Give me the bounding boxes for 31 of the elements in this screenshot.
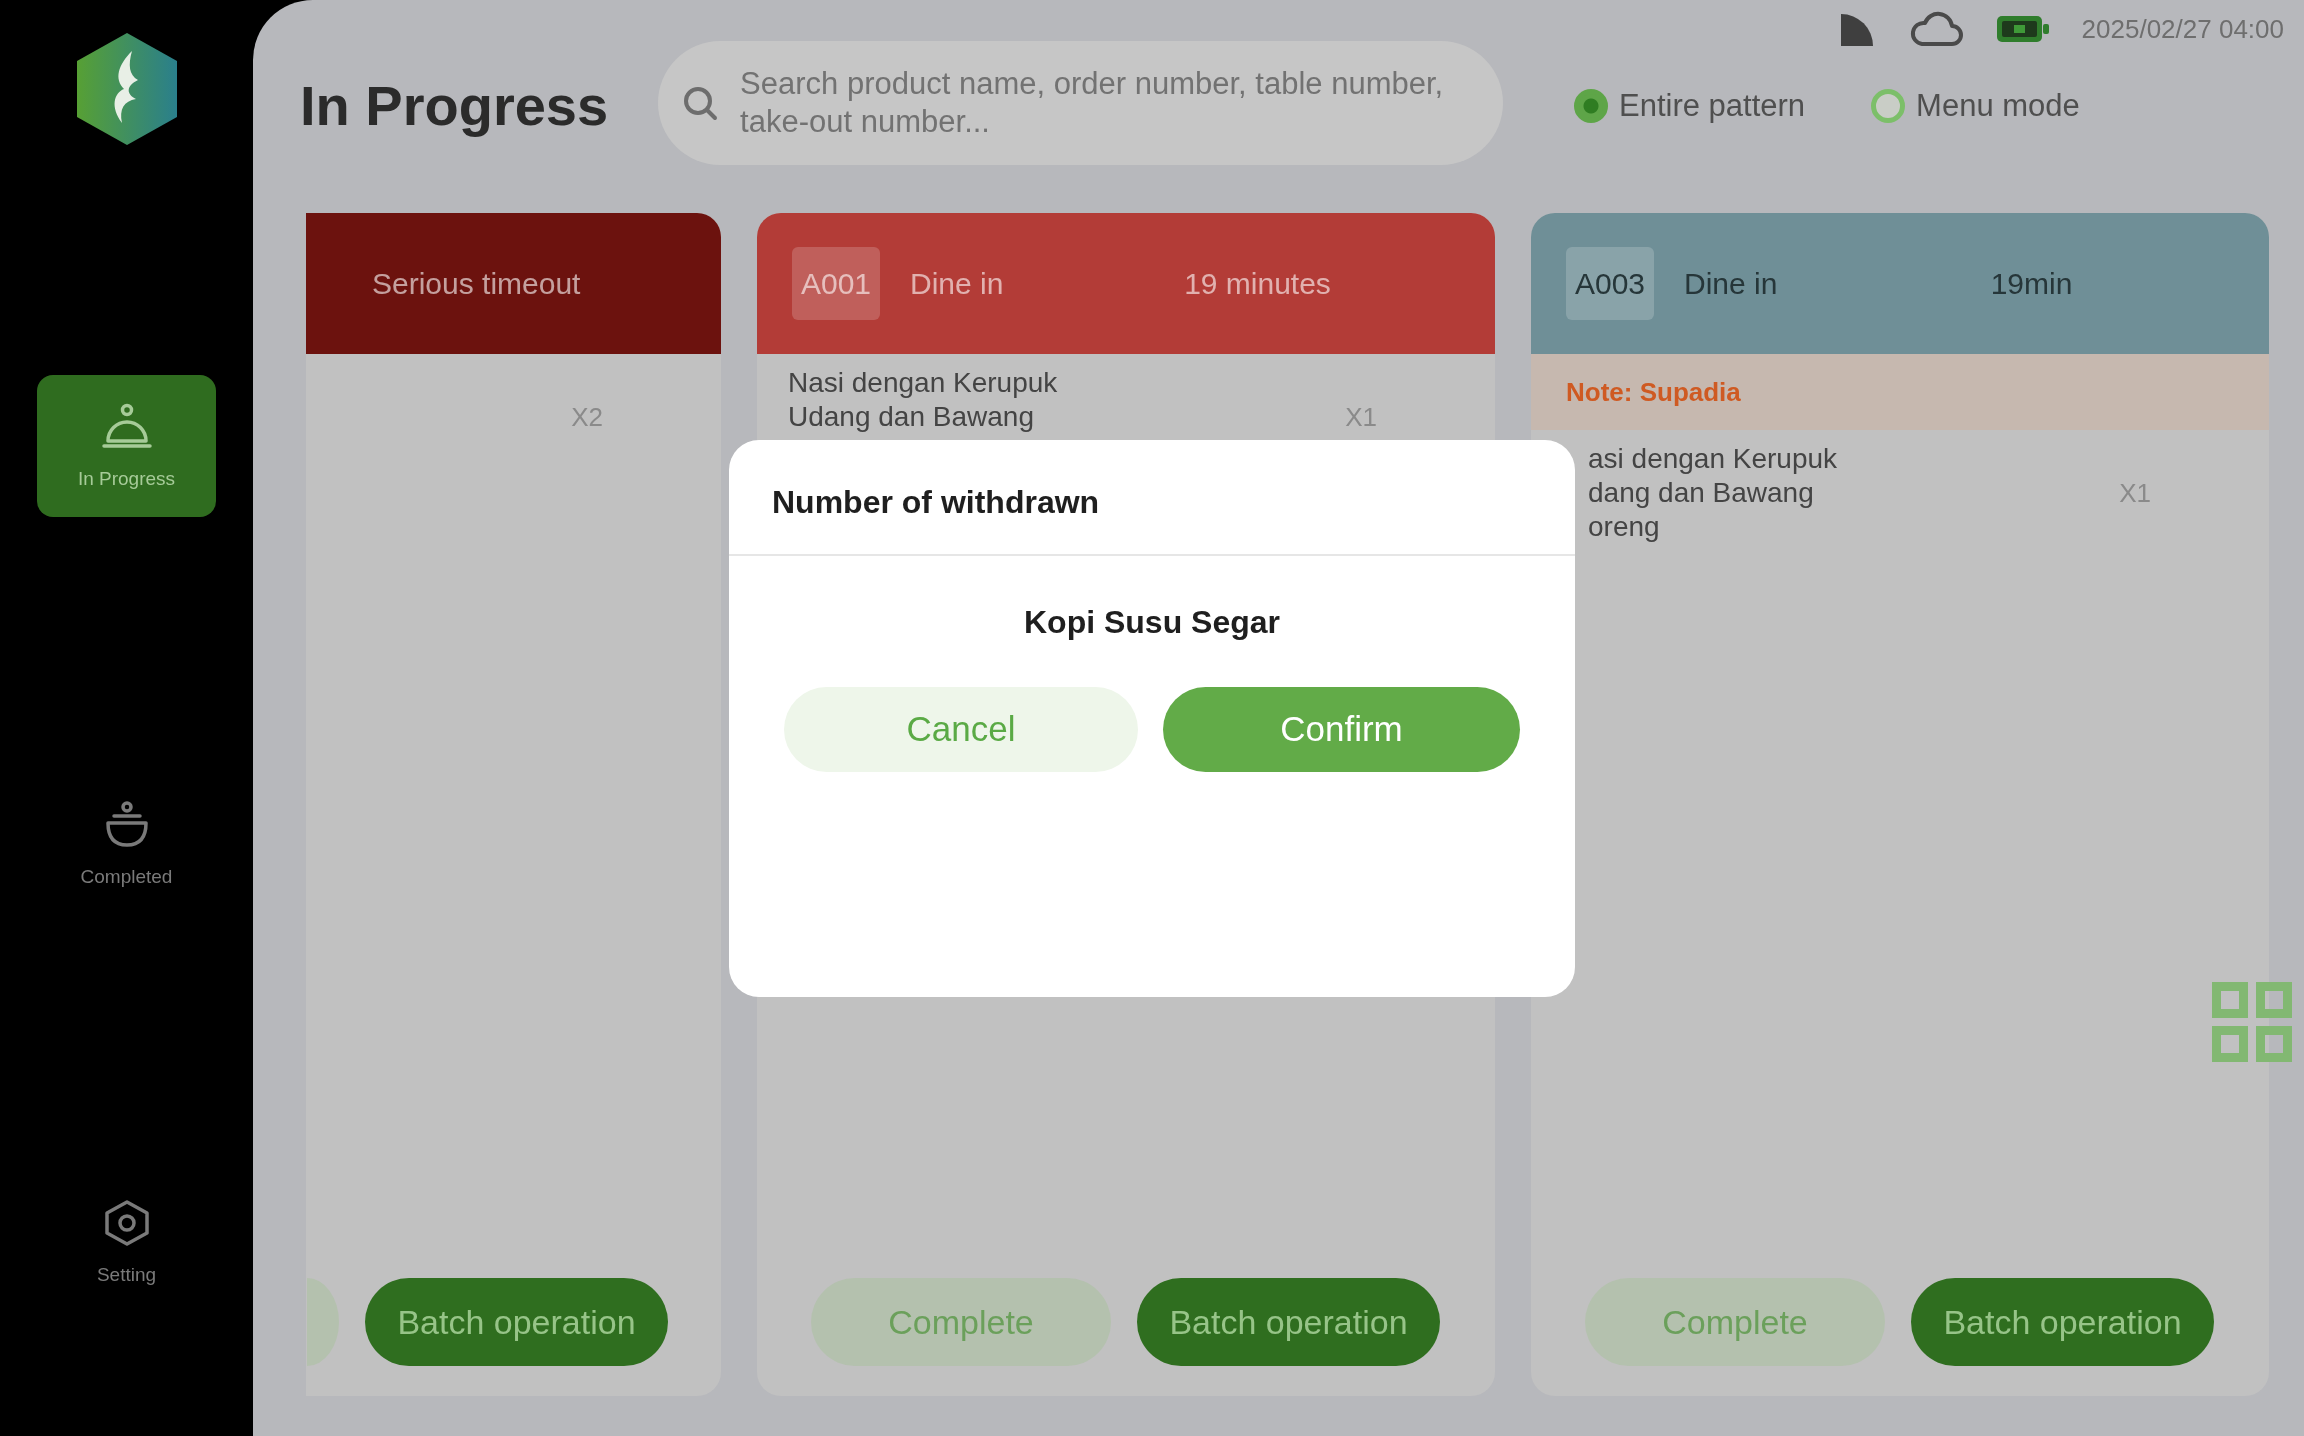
cloche-icon xyxy=(101,402,152,450)
nav-item[interactable]: Completed xyxy=(37,773,216,915)
page-title: In Progress xyxy=(300,73,609,139)
grid-icon[interactable] xyxy=(2212,982,2292,1062)
batch-operation-button[interactable]: Batch operation xyxy=(1137,1278,1440,1366)
clock-time: 2025/02/27 04:00 xyxy=(2081,13,2284,45)
order-type: Dine in xyxy=(1684,266,1779,301)
order-number-badge: A003 xyxy=(1566,247,1654,320)
mode-radio[interactable]: Menu mode xyxy=(1871,88,2080,124)
order-note: Note: Supadia xyxy=(1531,354,2269,430)
elapsed-time: 19 minutes xyxy=(1183,266,1332,301)
cancel-button[interactable]: Cancel xyxy=(784,686,1138,772)
product-name: Kopi Susu Segar xyxy=(1023,602,1280,642)
mode-radio[interactable]: Entire pattern xyxy=(1574,88,1806,124)
item-name: Nasi dengan Kerupuk Udang dan Bawang xyxy=(788,366,1058,434)
nav-item[interactable]: In Progress xyxy=(37,375,216,517)
complete-button[interactable]: Complete xyxy=(1585,1278,1885,1366)
battery-icon xyxy=(1995,14,2050,44)
status-label: Serious timeout xyxy=(372,266,581,301)
elapsed-time: 19min xyxy=(1989,266,2074,301)
batch-operation-button[interactable]: Batch operation xyxy=(1911,1278,2214,1366)
dialog-title: Number of withdrawn xyxy=(772,484,1100,521)
search-icon xyxy=(682,85,719,121)
complete-button[interactable]: Complete xyxy=(811,1278,1111,1366)
item-name: asi dengan Kerupuk dang dan Bawang oreng xyxy=(1588,442,1838,544)
order-type: Dine in xyxy=(910,266,1005,301)
batch-operation-button[interactable]: Batch operation xyxy=(365,1278,668,1366)
order-number-badge: A001 xyxy=(792,247,880,320)
confirm-button[interactable]: Confirm xyxy=(1163,686,1520,772)
search-field[interactable]: Search product name, order number, table number, take-out number... xyxy=(658,41,1504,165)
nav-item[interactable]: Setting xyxy=(37,1171,216,1313)
